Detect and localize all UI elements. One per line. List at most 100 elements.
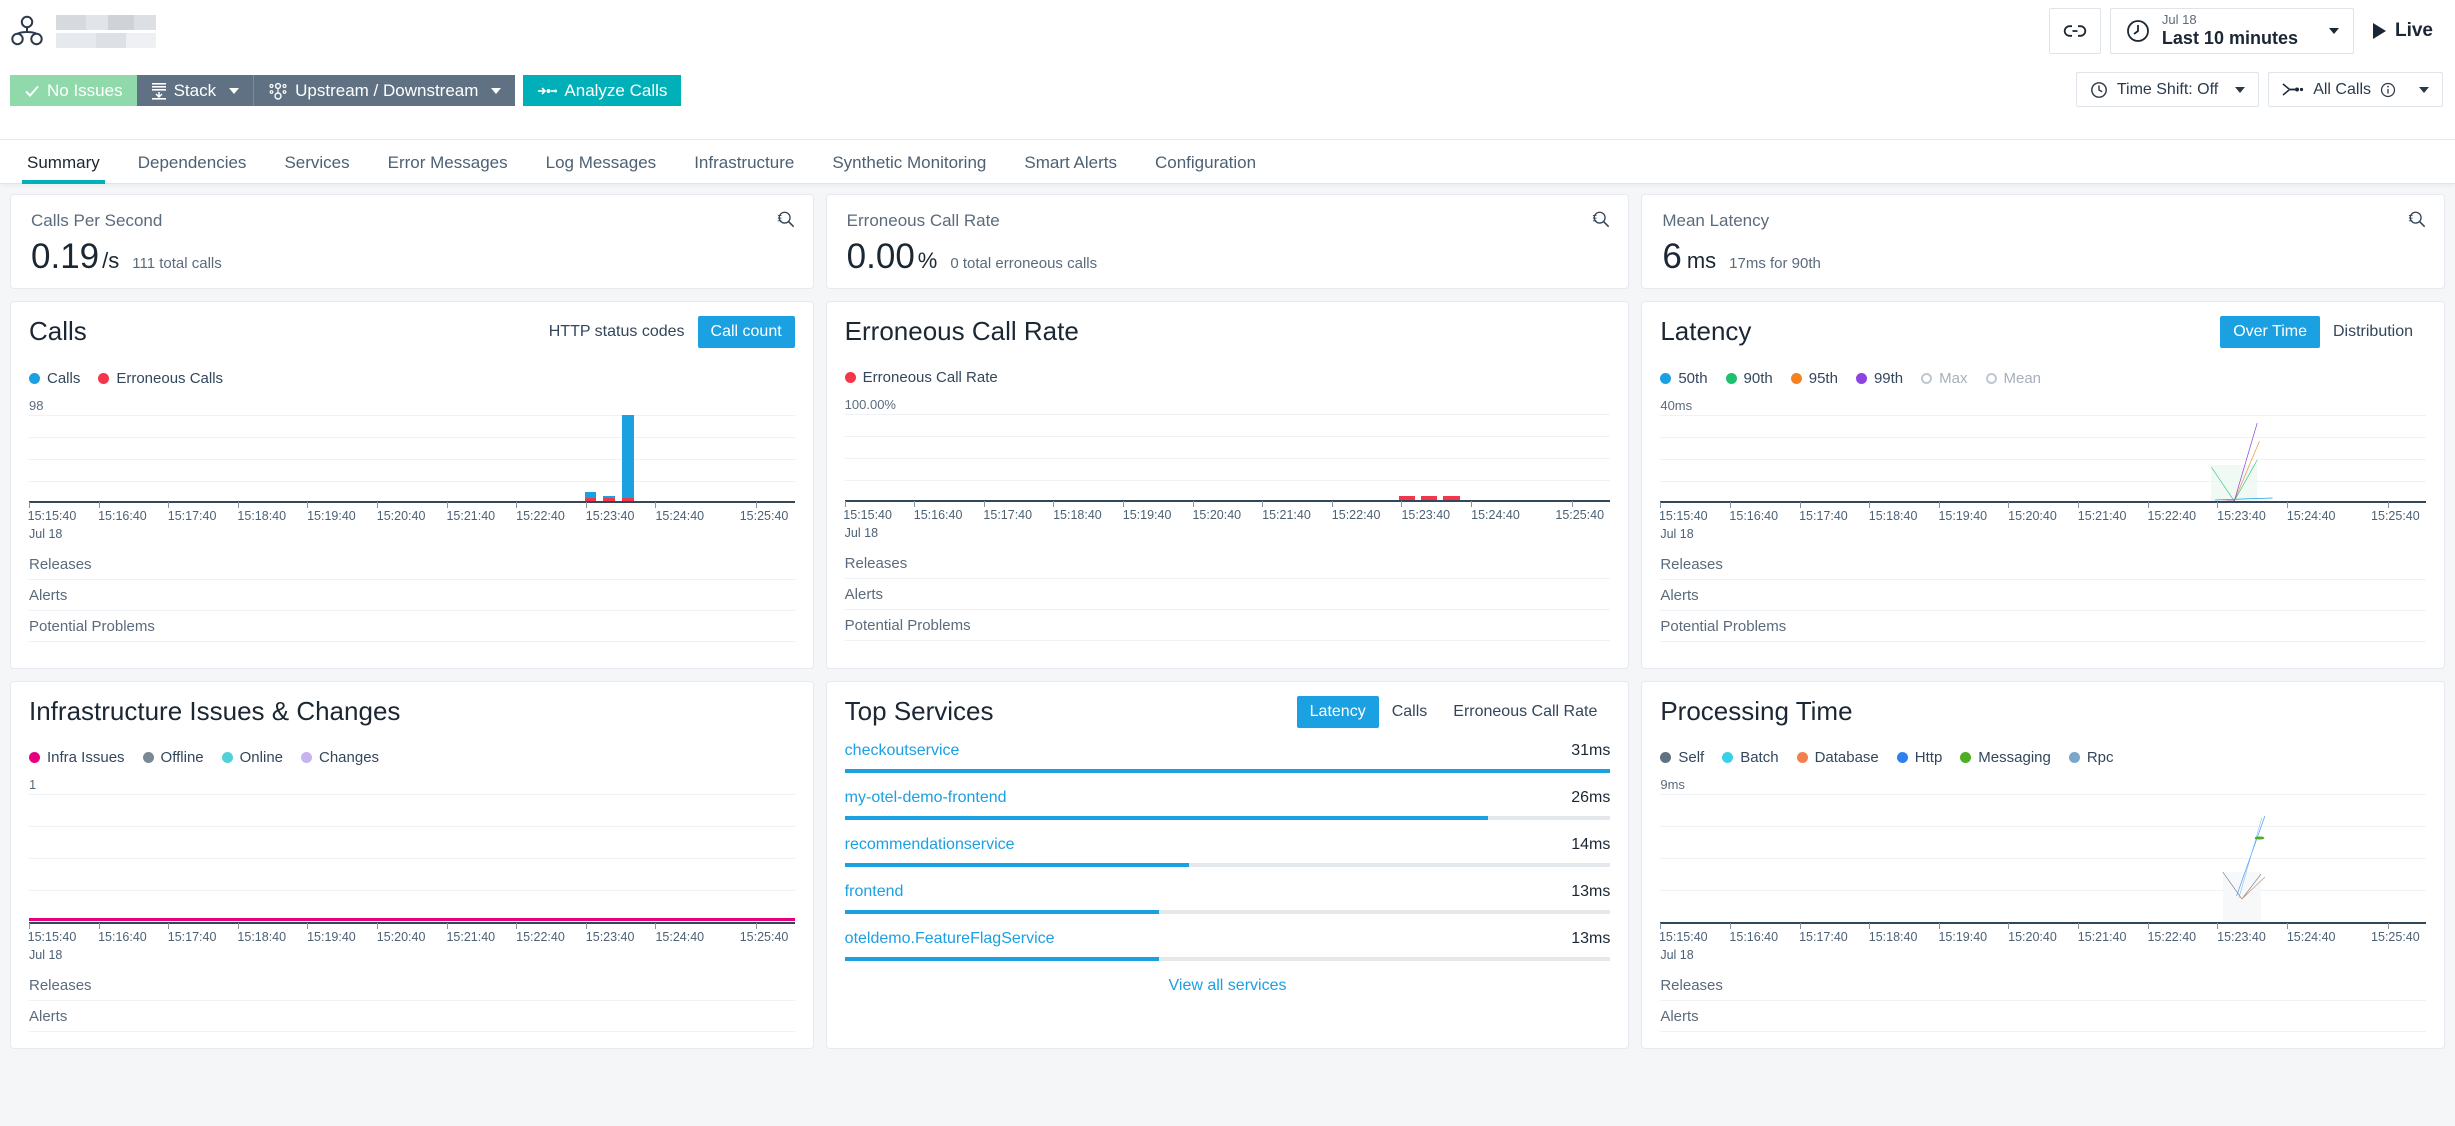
x-axis-labels: 15:15:40 15:16:40 15:17:40 15:18:40 15:1… — [27, 509, 789, 523]
legend-item-infra-issues[interactable]: Infra Issues — [29, 749, 125, 766]
y-axis-max-label: 40ms — [1660, 398, 1693, 413]
footer-row-alerts[interactable]: Alerts — [29, 580, 795, 611]
chart-footer-rows: Releases Alerts — [29, 970, 795, 1032]
legend-label: 90th — [1743, 370, 1773, 387]
info-icon[interactable] — [2380, 82, 2396, 98]
footer-row-alerts[interactable]: Alerts — [29, 1001, 795, 1032]
tab-services[interactable]: Services — [265, 153, 368, 183]
legend-item-batch[interactable]: Batch — [1722, 749, 1779, 766]
service-name-link[interactable]: my-otel-demo-frontend — [845, 789, 1007, 807]
legend-item-messaging[interactable]: Messaging — [1960, 749, 2051, 766]
footer-row-alerts[interactable]: Alerts — [1660, 580, 2427, 611]
upstream-downstream-icon — [269, 82, 287, 100]
legend-item-95th[interactable]: 95th — [1790, 370, 1838, 387]
tab-synthetic-monitoring[interactable]: Synthetic Monitoring — [813, 153, 1005, 183]
upstream-downstream-button[interactable]: Upstream / Downstream — [254, 75, 516, 106]
toggle-call-count[interactable]: Call count — [697, 316, 795, 348]
toggle-latency[interactable]: Latency — [1296, 696, 1379, 728]
list-item: frontend 13ms — [844, 883, 1611, 914]
footer-row-releases[interactable]: Releases — [29, 970, 795, 1001]
view-all-services-link[interactable]: View all services — [845, 977, 1611, 995]
card-title: Processing Time — [1660, 696, 1853, 726]
legend-item-calls[interactable]: Calls — [29, 370, 80, 387]
toggle-calls[interactable]: Calls — [1379, 696, 1441, 728]
stack-button[interactable]: Stack — [136, 75, 255, 106]
tab-smart-alerts[interactable]: Smart Alerts — [1005, 153, 1136, 183]
toggle-over-time[interactable]: Over Time — [2220, 316, 2320, 348]
legend-item-offline[interactable]: Offline — [142, 749, 204, 766]
service-name-link[interactable]: oteldemo.FeatureFlagService — [845, 930, 1055, 948]
legend-label: Batch — [1740, 749, 1779, 766]
kpi-unit: ms — [1686, 248, 1717, 273]
processing-time-plot[interactable] — [1660, 794, 2427, 929]
no-issues-button[interactable]: No Issues — [10, 75, 137, 106]
legend-item-mean[interactable]: Mean — [1985, 370, 2041, 387]
footer-row-releases[interactable]: Releases — [1660, 549, 2427, 580]
tab-configuration[interactable]: Configuration — [1136, 153, 1275, 183]
tab-dependencies[interactable]: Dependencies — [119, 153, 266, 183]
main-tab-bar: Summary Dependencies Services Error Mess… — [0, 140, 2455, 184]
upstream-downstream-label: Upstream / Downstream — [295, 80, 479, 100]
legend-dot-icon — [29, 752, 40, 763]
legend-label: Erroneous Call Rate — [862, 369, 998, 386]
tab-log-messages[interactable]: Log Messages — [527, 153, 676, 183]
legend-item-online[interactable]: Online — [221, 749, 283, 766]
footer-row-alerts[interactable]: Alerts — [844, 579, 1611, 610]
legend-label: Messaging — [1978, 749, 2051, 766]
time-shift-button[interactable]: Time Shift: Off — [2075, 72, 2260, 107]
service-value: 13ms — [1571, 883, 1611, 900]
service-name-link[interactable]: frontend — [845, 883, 904, 901]
legend-item-rpc[interactable]: Rpc — [2068, 749, 2114, 766]
legend-item-erroneous-calls[interactable]: Erroneous Calls — [98, 370, 223, 387]
share-link-button[interactable] — [2048, 8, 2101, 54]
legend-item-self[interactable]: Self — [1660, 749, 1704, 766]
chain-link-icon — [2063, 25, 2087, 37]
legend-item-http[interactable]: Http — [1896, 749, 1942, 766]
toggle-erroneous-call-rate[interactable]: Erroneous Call Rate — [1440, 696, 1610, 728]
service-name-link[interactable]: checkoutservice — [845, 742, 960, 760]
tab-error-messages[interactable]: Error Messages — [369, 153, 527, 183]
erroneous-call-rate-plot[interactable] — [844, 414, 1611, 507]
footer-row-potential-problems[interactable]: Potential Problems — [29, 611, 795, 642]
legend-item-99th[interactable]: 99th — [1855, 370, 1903, 387]
card-title: Calls — [29, 316, 87, 346]
time-range-picker[interactable]: Jul 18 Last 10 minutes — [2109, 8, 2354, 54]
footer-row-releases[interactable]: Releases — [844, 548, 1611, 579]
legend-item-max[interactable]: Max — [1921, 370, 1968, 387]
analyze-calls-button[interactable]: Analyze Calls — [523, 75, 682, 106]
toggle-distribution[interactable]: Distribution — [2320, 316, 2426, 348]
legend-item-erroneous-call-rate[interactable]: Erroneous Call Rate — [844, 369, 998, 386]
legend-dot-icon — [29, 373, 40, 384]
tab-infrastructure[interactable]: Infrastructure — [675, 153, 813, 183]
footer-row-releases[interactable]: Releases — [1660, 970, 2427, 1001]
footer-row-releases[interactable]: Releases — [29, 549, 795, 580]
all-calls-filter-button[interactable]: All Calls — [2268, 72, 2443, 107]
toggle-http-status-codes[interactable]: HTTP status codes — [536, 316, 698, 348]
footer-row-potential-problems[interactable]: Potential Problems — [844, 610, 1611, 641]
analyze-magnifier-icon[interactable] — [1592, 210, 1610, 233]
footer-row-alerts[interactable]: Alerts — [1660, 1001, 2427, 1032]
legend-item-changes[interactable]: Changes — [301, 749, 379, 766]
tab-summary[interactable]: Summary — [8, 153, 119, 184]
legend-dot-icon — [1896, 752, 1908, 763]
chart-card-infrastructure-issues-changes: Infrastructure Issues & Changes Infra Is… — [10, 681, 814, 1049]
live-button[interactable]: Live — [2363, 8, 2443, 54]
infrastructure-plot[interactable] — [29, 794, 795, 929]
analyze-magnifier-icon[interactable] — [777, 210, 795, 233]
latency-plot[interactable] — [1660, 415, 2427, 508]
dashboard-grid: Calls Per Second 0.19 /s 111 total calls… — [0, 184, 2455, 1059]
analyze-magnifier-icon[interactable] — [2408, 210, 2426, 233]
footer-row-potential-problems[interactable]: Potential Problems — [1660, 611, 2427, 642]
legend-item-database[interactable]: Database — [1796, 749, 1879, 766]
calls-plot[interactable] — [29, 415, 795, 508]
service-name-link[interactable]: recommendationservice — [845, 836, 1015, 854]
time-range-date: Jul 18 — [2161, 12, 2197, 28]
service-topology-icon — [10, 14, 44, 48]
legend-item-50th[interactable]: 50th — [1660, 370, 1708, 387]
legend-item-90th[interactable]: 90th — [1725, 370, 1773, 387]
legend-dot-icon — [1921, 373, 1933, 384]
y-axis-max-label: 100.00% — [844, 397, 896, 412]
legend-dot-icon — [1660, 373, 1672, 384]
kpi-row: Calls Per Second 0.19 /s 111 total calls… — [10, 194, 2446, 289]
live-label: Live — [2394, 20, 2433, 41]
